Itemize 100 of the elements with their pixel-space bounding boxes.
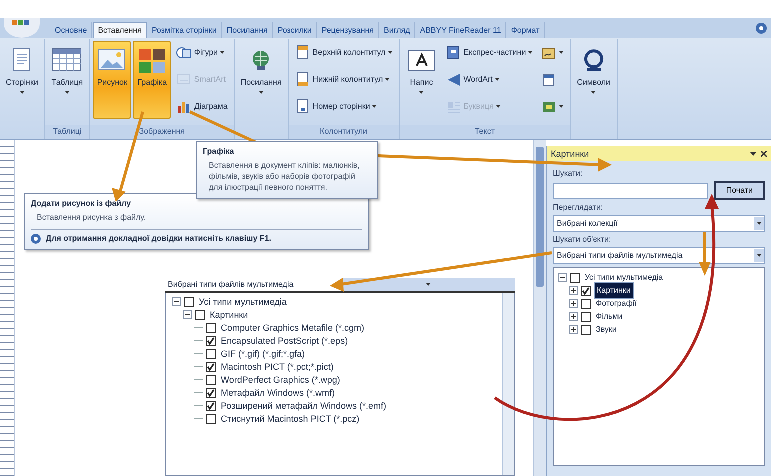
field-label: Переглядати:	[553, 203, 604, 212]
checkbox[interactable]	[581, 298, 591, 308]
ribbon-button[interactable]: Графіка	[133, 40, 172, 118]
checkbox[interactable]	[206, 348, 216, 358]
tree-item[interactable]: Macintosh PICT (*.pct;*.pict)	[219, 362, 336, 372]
ribbon-button[interactable]: Напис	[402, 40, 441, 118]
caret-icon	[419, 90, 424, 94]
ribbon-button[interactable]: Таблиця	[48, 40, 86, 118]
scrollbar[interactable]	[533, 140, 546, 476]
checkbox[interactable]	[206, 362, 216, 372]
checkbox[interactable]	[206, 322, 216, 332]
expander-icon[interactable]	[558, 273, 567, 282]
search-field[interactable]	[553, 182, 708, 198]
tooltip-title: Графіка	[203, 147, 236, 156]
checkbox[interactable]	[570, 272, 580, 282]
checkbox[interactable]	[581, 324, 591, 334]
ribbon-button[interactable]: Експрес-частини	[442, 42, 536, 62]
ribbon-tab[interactable]: Вставлення	[93, 22, 147, 38]
caret-icon	[756, 254, 762, 257]
checkbox[interactable]	[581, 286, 591, 296]
ribbon-button[interactable]: Нижній колонтитул	[292, 70, 396, 90]
ribbon-tab[interactable]: Вигляд	[380, 22, 416, 38]
help-icon[interactable]	[756, 22, 767, 34]
shapes-icon	[176, 44, 192, 60]
ribbon-button[interactable]: Рисунок	[93, 40, 132, 118]
ribbon-tab[interactable]: Розмітка сторінки	[148, 22, 222, 38]
checkbox[interactable]	[206, 388, 216, 398]
expander-icon[interactable]	[569, 286, 578, 295]
page-number-icon	[294, 98, 311, 114]
checkbox[interactable]	[206, 374, 216, 384]
tree-item[interactable]: Метафайл Windows (*.wmf)	[219, 388, 338, 398]
ribbon-tab[interactable]: Посилання	[222, 22, 273, 38]
caret-icon	[388, 51, 393, 54]
checkbox[interactable]	[206, 336, 216, 346]
go-button[interactable]: Почати	[714, 181, 765, 200]
caret-icon[interactable]	[750, 152, 757, 156]
caret-icon	[494, 78, 500, 81]
caret-icon	[559, 51, 564, 54]
group-label: Колонтитули	[288, 125, 399, 139]
ribbon-button[interactable]: Посилання	[238, 40, 285, 118]
wordart-icon	[446, 72, 462, 88]
ribbon-button[interactable]: Символи	[574, 40, 614, 118]
expander-icon[interactable]	[569, 299, 578, 308]
dropdown-button[interactable]	[754, 249, 764, 262]
ribbon-button[interactable]: WordArt	[442, 70, 536, 90]
caret-icon	[756, 222, 762, 225]
tooltip-title: Додати рисунок із файлу	[31, 199, 132, 208]
ribbon-tab[interactable]: Основне	[51, 22, 92, 38]
ribbon-button[interactable]: Фігури	[173, 42, 231, 62]
ribbon-tab[interactable]: Формат	[507, 22, 545, 38]
ribbon-tab[interactable]: Рецензування	[318, 22, 380, 38]
tree-item[interactable]: Усі типи мультимедіа	[197, 296, 289, 306]
checkbox[interactable]	[184, 296, 194, 306]
tree-item[interactable]: Картинки	[594, 282, 634, 299]
tree-item[interactable]: Картинки	[208, 310, 250, 320]
tree-item[interactable]: WordPerfect Graphics (*.wpg)	[219, 374, 342, 384]
footer-icon	[294, 72, 311, 88]
tree-item[interactable]: Стиснутий Macintosh PICT (*.pcz)	[219, 414, 362, 424]
checkbox[interactable]	[581, 312, 591, 322]
tree-item[interactable]: Computer Graphics Metafile (*.cgm)	[219, 322, 367, 332]
tree-item[interactable]: Encapsulated PostScript (*.eps)	[219, 336, 350, 346]
field-label: Шукати:	[553, 169, 583, 178]
tree-item[interactable]: Фотографії	[594, 299, 639, 308]
caret-icon	[220, 51, 226, 54]
checkbox[interactable]	[206, 400, 216, 410]
tree-item[interactable]: Усі типи мультимедіа	[583, 273, 666, 282]
expander-icon[interactable]	[183, 310, 192, 319]
ribbon-button[interactable]: Сторінки	[3, 40, 42, 118]
dropdown-button[interactable]	[754, 217, 764, 230]
ribbon-button[interactable]: Номер сторінки	[292, 96, 396, 116]
quick-parts-icon	[446, 44, 462, 60]
checkbox[interactable]	[206, 414, 216, 424]
tooltip-text: Вставлення в документ кліпів: малюнків, фільмів, звуків або наборів фотографій для ілюстрації певного поняття.	[208, 161, 361, 194]
close-icon[interactable]	[761, 150, 767, 156]
caret-icon	[528, 51, 534, 54]
header-icon	[294, 44, 311, 60]
dropdown-field[interactable]: Вибрані колекції	[553, 215, 765, 232]
ribbon-button[interactable]: Верхній колонтитул	[292, 42, 396, 62]
checkbox[interactable]	[195, 310, 205, 320]
tooltip-text: Вставлення рисунка з файлу.	[36, 213, 148, 224]
dropdown-field[interactable]: Вибрані типи файлів мультимедіа	[553, 247, 765, 264]
expander-icon[interactable]	[569, 325, 578, 334]
tree-item[interactable]: Звуки	[594, 325, 619, 334]
caret-icon	[258, 90, 264, 94]
ribbon-button[interactable]: Діаграма	[173, 96, 231, 116]
caret-icon	[426, 282, 431, 286]
tree-item[interactable]: Розширений метафайл Windows (*.emf)	[219, 400, 389, 410]
tree-item[interactable]: GIF (*.gif) (*.gif;*.gfa)	[219, 348, 308, 358]
office-logo[interactable]	[4, 18, 40, 38]
tree-item[interactable]: Фільми	[594, 312, 625, 321]
caret-icon	[372, 105, 378, 108]
scrollbar[interactable]	[502, 293, 514, 475]
ribbon-tab[interactable]: Розсилки	[274, 22, 317, 38]
dropdown-field[interactable]: Вибрані типи файлів мультимедіа	[165, 277, 515, 293]
date-icon	[541, 72, 558, 88]
caret-icon	[496, 105, 501, 108]
caret-icon	[591, 90, 596, 94]
expander-icon[interactable]	[172, 297, 181, 306]
ribbon-tab[interactable]: ABBYY FineReader 11	[416, 22, 506, 38]
expander-icon[interactable]	[569, 312, 578, 321]
